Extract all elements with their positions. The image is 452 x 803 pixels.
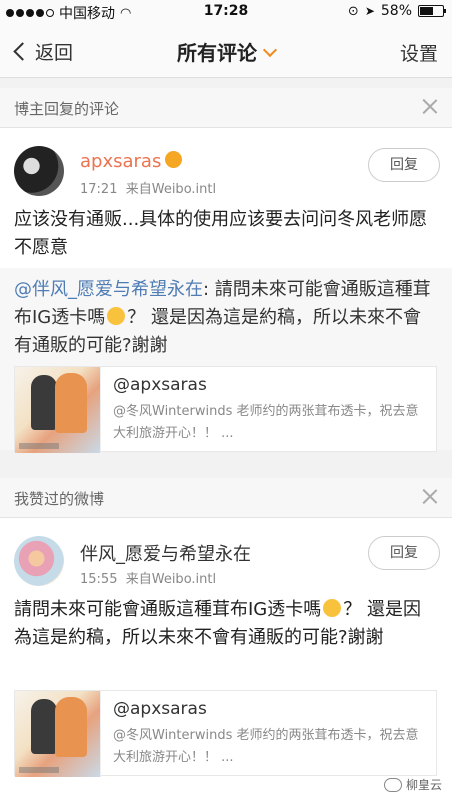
- battery-percent: 58%: [380, 3, 412, 19]
- battery-icon: [418, 5, 446, 17]
- username[interactable]: apxsaras: [80, 150, 183, 172]
- post-source: 来自Weibo.intl: [125, 572, 217, 587]
- section-label: 我赞过的微博: [14, 490, 105, 508]
- chevron-down-icon: [262, 42, 278, 58]
- close-icon[interactable]: [422, 98, 438, 114]
- reply-button[interactable]: 回复: [368, 148, 440, 182]
- section-header-liked-posts: 我赞过的微博: [0, 478, 452, 518]
- comment-card: apxsaras 17:21 来自Weibo.intl 回复 应该没有通贩...…: [0, 128, 452, 453]
- shared-post-description: @冬风Winterwinds 老师约的两张茸布透卡，祝去意大利旅游开心！！ ..…: [113, 728, 419, 765]
- post-thumbnail: [15, 367, 101, 453]
- status-bar: 中国移动 ◠ 17:28 ⊙ ➤ 58%: [0, 0, 452, 24]
- shared-post-card[interactable]: @apxsaras @冬风Winterwinds 老师约的两张茸布透卡，祝去意大…: [14, 366, 437, 453]
- shared-post-description: @冬风Winterwinds 老师约的两张茸布透卡，祝去意大利旅游开心！！ ..…: [113, 404, 419, 441]
- shared-post-author: @apxsaras: [113, 375, 207, 395]
- member-badge-icon: [165, 151, 183, 168]
- post-meta: 15:55 来自Weibo.intl: [80, 568, 216, 587]
- username-text: apxsaras: [80, 151, 162, 172]
- location-icon: ➤: [364, 4, 375, 18]
- quoted-text: @伴风_愿爱与希望永在: 請問未來可能會通販這種茸布IG透卡嗎？ 還是因為這是約…: [14, 276, 438, 360]
- comment-source: 来自Weibo.intl: [125, 182, 217, 197]
- avatar[interactable]: [14, 146, 64, 196]
- post-thumbnail: [15, 691, 101, 777]
- username[interactable]: 伴风_愿爱与希望永在: [80, 540, 251, 566]
- watermark: 柳皇云: [383, 776, 442, 793]
- comment-time: 17:21: [80, 182, 118, 197]
- page-title[interactable]: 所有评论: [0, 37, 452, 66]
- shared-post-card[interactable]: @apxsaras @冬风Winterwinds 老师约的两张茸布透卡，祝去意大…: [14, 690, 437, 777]
- post-text-part: 請問未來可能會通販這種茸布IG透卡嗎: [14, 599, 322, 620]
- reply-button[interactable]: 回复: [368, 536, 440, 570]
- section-header-blogger-replies: 博主回复的评论: [0, 88, 452, 128]
- shared-post-author: @apxsaras: [113, 699, 207, 719]
- post-text: 請問未來可能會通販這種茸布IG透卡嗎？ 還是因為這是約稿，所以未來不會有通販的可…: [14, 596, 438, 652]
- wechat-icon: [383, 777, 402, 792]
- navigation-bar: 返回 所有评论 设置: [0, 24, 452, 78]
- watermark-text: 柳皇云: [405, 778, 442, 792]
- comment-text: 应该没有通贩...具体的使用应该要去问问冬风老师愿不愿意: [14, 209, 428, 258]
- section-label: 博主回复的评论: [14, 100, 120, 118]
- lock-rotation-icon: ⊙: [347, 3, 359, 19]
- emoji-icon: [323, 599, 342, 617]
- page-title-text: 所有评论: [177, 41, 257, 65]
- close-icon[interactable]: [422, 488, 438, 504]
- quoted-comment[interactable]: @伴风_愿爱与希望永在: 請問未來可能會通販這種茸布IG透卡嗎？ 還是因為這是約…: [0, 268, 452, 453]
- liked-post-card: 伴风_愿爱与希望永在 15:55 来自Weibo.intl 回复 請問未來可能會…: [0, 518, 452, 803]
- avatar[interactable]: [14, 536, 64, 586]
- comment-meta: 17:21 来自Weibo.intl: [80, 178, 216, 197]
- settings-button[interactable]: 设置: [400, 39, 438, 66]
- mention-link[interactable]: @伴风_愿爱与希望永在: [14, 279, 203, 300]
- post-time: 15:55: [80, 572, 118, 587]
- emoji-icon: [107, 307, 126, 325]
